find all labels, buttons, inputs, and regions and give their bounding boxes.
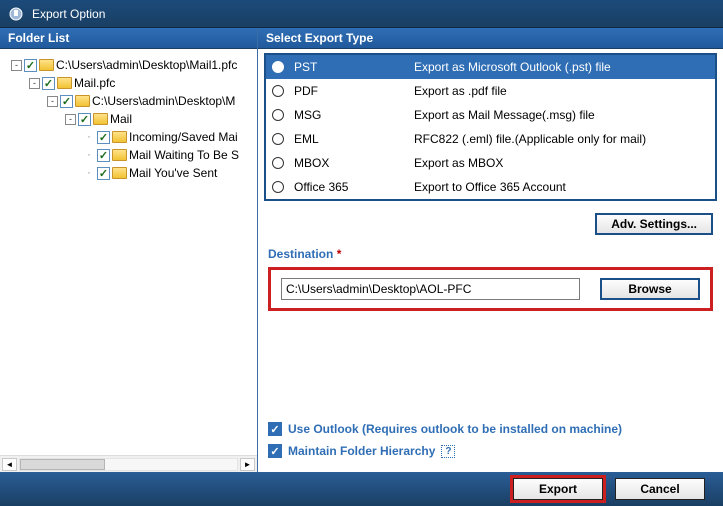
tree-connector-icon: · <box>83 167 95 179</box>
tree-checkbox[interactable] <box>60 95 73 108</box>
export-pane: Select Export Type PST Export as Microsof… <box>258 28 723 472</box>
maintain-hierarchy-option[interactable]: Maintain Folder Hierarchy ? <box>268 444 713 458</box>
export-type-pst[interactable]: PST Export as Microsoft Outlook (.pst) fi… <box>266 55 715 79</box>
tree-node-label: C:\Users\admin\Desktop\M <box>92 94 235 108</box>
export-type-eml[interactable]: EML RFC822 (.eml) file.(Applicable only f… <box>266 127 715 151</box>
folder-icon <box>57 77 72 89</box>
radio-icon[interactable] <box>272 61 284 73</box>
export-type-mbox[interactable]: MBOX Export as MBOX <box>266 151 715 175</box>
tree-connector-icon: · <box>83 131 95 143</box>
main-split: Folder List - C:\Users\admin\Desktop\Mail… <box>0 28 723 472</box>
radio-icon[interactable] <box>272 157 284 169</box>
scroll-left-button[interactable]: ◄ <box>2 458 17 471</box>
tree-node[interactable]: · Mail Waiting To Be S <box>5 146 252 164</box>
radio-icon[interactable] <box>272 133 284 145</box>
browse-button[interactable]: Browse <box>600 278 700 300</box>
export-type-office-365[interactable]: Office 365 Export to Office 365 Account <box>266 175 715 199</box>
tree-node[interactable]: · Incoming/Saved Mai <box>5 128 252 146</box>
export-type-pdf[interactable]: PDF Export as .pdf file <box>266 79 715 103</box>
export-type-msg[interactable]: MSG Export as Mail Message(.msg) file <box>266 103 715 127</box>
folder-icon <box>112 149 127 161</box>
tree-checkbox[interactable] <box>24 59 37 72</box>
export-type-name: MSG <box>294 108 404 122</box>
tree-checkbox[interactable] <box>97 149 110 162</box>
export-type-header: Select Export Type <box>258 28 723 49</box>
cancel-button[interactable]: Cancel <box>615 478 705 500</box>
use-outlook-label: Use Outlook (Requires outlook to be inst… <box>288 422 622 436</box>
tree-checkbox[interactable] <box>97 131 110 144</box>
use-outlook-option[interactable]: Use Outlook (Requires outlook to be inst… <box>268 422 713 436</box>
folder-list-pane: Folder List - C:\Users\admin\Desktop\Mail… <box>0 28 258 472</box>
collapse-icon[interactable]: - <box>29 78 40 89</box>
tree-checkbox[interactable] <box>78 113 91 126</box>
radio-icon[interactable] <box>272 181 284 193</box>
export-button[interactable]: Export <box>513 478 603 500</box>
collapse-icon[interactable]: - <box>47 96 58 107</box>
destination-row: Browse <box>268 267 713 311</box>
export-type-name: Office 365 <box>294 180 404 194</box>
export-type-desc: Export as Microsoft Outlook (.pst) file <box>414 60 709 74</box>
export-type-name: PST <box>294 60 404 74</box>
checkbox-checked-icon[interactable] <box>268 422 282 436</box>
help-icon[interactable]: ? <box>441 445 455 458</box>
destination-label: Destination * <box>268 247 713 261</box>
tree-node-label: Mail You've Sent <box>129 166 217 180</box>
window-title: Export Option <box>32 7 105 21</box>
adv-settings-button[interactable]: Adv. Settings... <box>595 213 713 235</box>
scroll-thumb[interactable] <box>20 459 105 470</box>
folder-icon <box>75 95 90 107</box>
export-type-list: PST Export as Microsoft Outlook (.pst) fi… <box>264 53 717 201</box>
h-scrollbar[interactable]: ◄ ► <box>0 455 257 472</box>
footer-bar: Export Cancel <box>0 472 723 506</box>
tree-node-label: Mail Waiting To Be S <box>129 148 239 162</box>
folder-icon <box>93 113 108 125</box>
collapse-icon[interactable]: - <box>65 114 76 125</box>
export-type-desc: RFC822 (.eml) file.(Applicable only for … <box>414 132 709 146</box>
tree-checkbox[interactable] <box>42 77 55 90</box>
export-type-desc: Export as MBOX <box>414 156 709 170</box>
tree-node-label: C:\Users\admin\Desktop\Mail1.pfc <box>56 58 237 72</box>
tree-node[interactable]: - Mail <box>5 110 252 128</box>
export-type-name: EML <box>294 132 404 146</box>
tree-checkbox[interactable] <box>97 167 110 180</box>
tree-node-label: Mail <box>110 112 132 126</box>
collapse-icon[interactable]: - <box>11 60 22 71</box>
tree-node[interactable]: - C:\Users\admin\Desktop\Mail1.pfc <box>5 56 252 74</box>
tree-node-label: Incoming/Saved Mai <box>129 130 238 144</box>
destination-input[interactable] <box>281 278 580 300</box>
folder-icon <box>112 131 127 143</box>
export-type-name: MBOX <box>294 156 404 170</box>
tree-node[interactable]: · Mail You've Sent <box>5 164 252 182</box>
folder-icon <box>39 59 54 71</box>
tree-node[interactable]: - C:\Users\admin\Desktop\M <box>5 92 252 110</box>
checkbox-checked-icon[interactable] <box>268 444 282 458</box>
tree-node[interactable]: - Mail.pfc <box>5 74 252 92</box>
scroll-right-button[interactable]: ► <box>240 458 255 471</box>
export-type-desc: Export as Mail Message(.msg) file <box>414 108 709 122</box>
folder-icon <box>112 167 127 179</box>
radio-icon[interactable] <box>272 85 284 97</box>
folder-tree[interactable]: - C:\Users\admin\Desktop\Mail1.pfc - Mail.p… <box>2 51 255 453</box>
export-type-desc: Export to Office 365 Account <box>414 180 709 194</box>
tree-connector-icon: · <box>83 149 95 161</box>
maintain-hierarchy-label: Maintain Folder Hierarchy <box>288 444 435 458</box>
tree-node-label: Mail.pfc <box>74 76 115 90</box>
export-type-desc: Export as .pdf file <box>414 84 709 98</box>
folder-list-header: Folder List <box>0 28 257 49</box>
titlebar: Export Option <box>0 0 723 28</box>
export-type-name: PDF <box>294 84 404 98</box>
radio-icon[interactable] <box>272 109 284 121</box>
app-icon <box>8 6 24 22</box>
scroll-track[interactable] <box>19 458 238 471</box>
